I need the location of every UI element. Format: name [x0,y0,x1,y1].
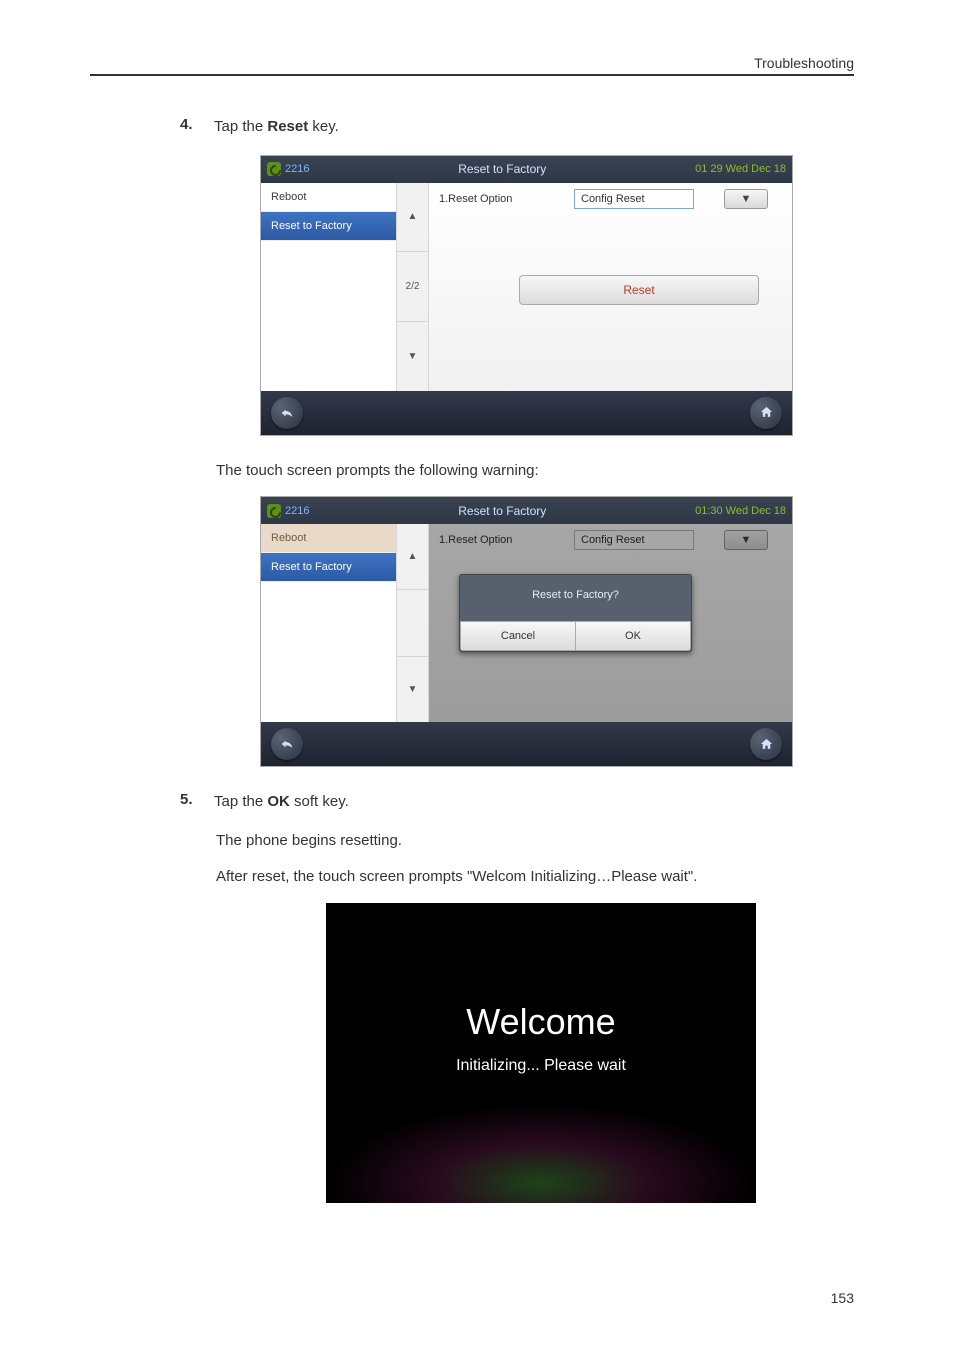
user-icon [267,162,281,176]
welcome-heading: Welcome [466,1001,615,1043]
modal-buttons: Cancel OK [460,621,691,651]
side-menu: Reboot Reset to Factory [261,524,397,722]
resetting-text: The phone begins resetting. [216,830,854,853]
cancel-button[interactable]: Cancel [460,621,575,651]
side-item-reboot[interactable]: Reboot [261,524,396,553]
scroll-column: ▲ ▼ [397,524,429,722]
welcome-subtext: Initializing... Please wait [456,1057,626,1075]
content-area: 1.Reset Option Config Reset ▼ Reset to F… [429,524,792,722]
welcome-screenshot: Welcome Initializing... Please wait [326,903,756,1203]
user-icon [267,504,281,518]
after-reset-text: After reset, the touch screen prompts "W… [216,866,854,889]
phone-header: 2216 Reset to Factory 01 29 Wed Dec 18 [261,156,792,183]
decorative-glow [326,1103,756,1203]
side-menu: Reboot Reset to Factory [261,183,397,391]
screen-title: Reset to Factory [309,162,695,176]
extension-badge: 2216 [267,504,309,518]
phone-footer [261,722,792,766]
content-area: 1.Reset Option Config Reset ▼ Reset [429,183,792,391]
step-text: Tap the OK soft key. [214,791,349,814]
page-number: 153 [831,1290,854,1306]
page-header: Troubleshooting [90,55,854,76]
side-item-reset-to-factory[interactable]: Reset to Factory [261,553,396,582]
home-icon [759,405,774,420]
home-icon [759,737,774,752]
scroll-position: 2/2 [397,252,428,322]
back-button[interactable] [271,397,303,429]
option-value[interactable]: Config Reset [574,189,694,209]
side-item-reset-to-factory[interactable]: Reset to Factory [261,212,396,241]
reset-button[interactable]: Reset [519,275,759,305]
screen-title: Reset to Factory [309,504,695,518]
dropdown-button[interactable]: ▼ [724,189,768,209]
phone-body: Reboot Reset to Factory ▲ ▼ 1.Reset Opti… [261,524,792,722]
step-number: 4. [180,116,200,139]
phone-body: Reboot Reset to Factory ▲ 2/2 ▼ 1.Reset … [261,183,792,391]
phone-screenshot-confirm: 2216 Reset to Factory 01:30 Wed Dec 18 R… [260,496,793,767]
warning-intro-text: The touch screen prompts the following w… [216,460,854,483]
option-label: 1.Reset Option [439,193,544,205]
modal-title: Reset to Factory? [460,575,691,621]
side-item-reboot[interactable]: Reboot [261,183,396,212]
step-5: 5. Tap the OK soft key. [180,791,854,814]
ok-button[interactable]: OK [575,621,691,651]
home-button[interactable] [750,728,782,760]
scroll-column: ▲ 2/2 ▼ [397,183,429,391]
phone-footer [261,391,792,435]
phone-screenshot-reset: 2216 Reset to Factory 01 29 Wed Dec 18 R… [260,155,793,436]
step-4: 4. Tap the Reset key. [180,116,854,139]
back-button[interactable] [271,728,303,760]
extension-badge: 2216 [267,162,309,176]
step-text: Tap the Reset key. [214,116,339,139]
section-title: Troubleshooting [754,55,854,71]
back-icon [279,405,295,421]
scroll-position [397,590,428,656]
clock: 01:30 Wed Dec 18 [695,505,786,517]
scroll-up-button[interactable]: ▲ [397,524,428,590]
clock: 01 29 Wed Dec 18 [695,163,786,175]
back-icon [279,736,295,752]
confirm-modal: Reset to Factory? Cancel OK [459,574,692,652]
scroll-down-button[interactable]: ▼ [397,322,428,391]
step-number: 5. [180,791,200,814]
phone-header: 2216 Reset to Factory 01:30 Wed Dec 18 [261,497,792,524]
home-button[interactable] [750,397,782,429]
scroll-down-button[interactable]: ▼ [397,657,428,722]
scroll-up-button[interactable]: ▲ [397,183,428,253]
option-row: 1.Reset Option Config Reset ▼ [429,183,792,215]
